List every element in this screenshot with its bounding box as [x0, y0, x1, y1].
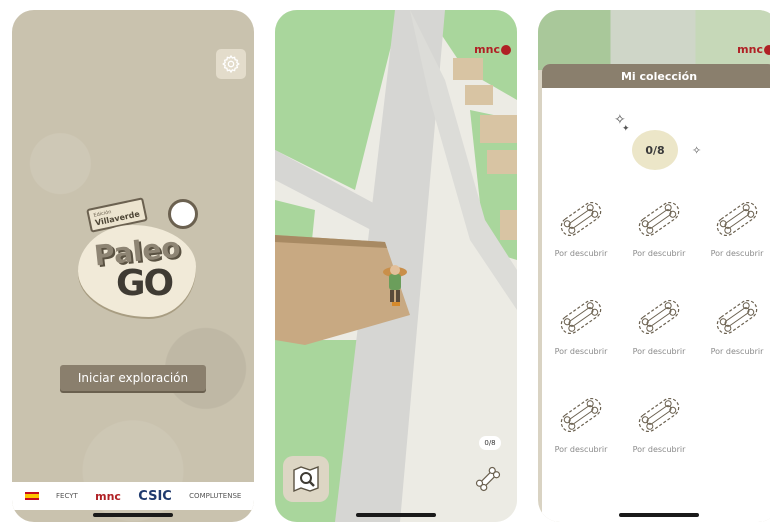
map-search-icon: [293, 465, 319, 493]
gear-icon: [222, 54, 240, 74]
fossil-placeholder-icon: [716, 299, 758, 335]
sparkle-icon: ✦: [622, 124, 630, 134]
fossil-slot[interactable]: Por descubrir: [698, 287, 770, 367]
start-exploration-button[interactable]: Iniciar exploración: [60, 365, 206, 391]
fossil-slot-label: Por descubrir: [632, 445, 686, 454]
fossil-slot-label: Por descubrir: [710, 249, 764, 258]
dimmed-map-background: [538, 10, 770, 70]
fossil-slot[interactable]: Por descubrir: [620, 189, 698, 269]
fossil-placeholder-icon: [560, 299, 602, 335]
spain-flag-icon: [24, 492, 39, 500]
home-indicator[interactable]: [619, 513, 699, 517]
collection-counter: 0/8: [479, 436, 501, 450]
fossil-slot-label: Por descubrir: [554, 249, 608, 258]
home-indicator[interactable]: [93, 513, 173, 517]
collection-screen: mnc Mi colección ✧ ✦ ✧ 0/8 Por descubrir…: [538, 10, 770, 522]
sponsor-bar: FECYT mnc CSIC COMPLUTENSE: [12, 482, 254, 510]
fossil-placeholder-icon: [638, 397, 680, 433]
paleogo-logo: Edición Villaverde Paleo GO: [72, 175, 202, 325]
mnc-logo-dot: [501, 45, 511, 55]
fossil-placeholder-icon: [638, 201, 680, 237]
fossil-placeholder-icon: [716, 201, 758, 237]
fossil-slot[interactable]: Por descubrir: [542, 189, 620, 269]
fossil-slot[interactable]: Por descubrir: [620, 385, 698, 465]
map-search-button[interactable]: [283, 456, 329, 502]
mnc-logo-dot: [764, 45, 770, 55]
fossil-slot-label: Por descubrir: [632, 249, 686, 258]
mnc-logo: mnc: [474, 43, 511, 56]
mnc-logo: mnc: [737, 43, 770, 56]
fossil-slot-label: Por descubrir: [554, 347, 608, 356]
fossil-placeholder-icon: [638, 299, 680, 335]
logo-text-go: GO: [116, 263, 174, 304]
building: [465, 85, 493, 105]
building: [500, 210, 517, 240]
building: [453, 58, 483, 80]
sponsor-complutense: COMPLUTENSE: [189, 492, 242, 500]
sponsor-mnc: mnc: [95, 489, 121, 503]
fossil-slot[interactable]: Por descubrir: [620, 287, 698, 367]
collection-button[interactable]: [471, 462, 505, 496]
map-screen: mnc 0/8: [275, 10, 517, 522]
sponsor-csic: CSIC: [138, 488, 172, 504]
fossil-slot-label: Por descubrir: [632, 347, 686, 356]
fossil-slot[interactable]: Por descubrir: [542, 385, 620, 465]
magnifier-icon: [168, 199, 198, 229]
collection-title: Mi colección: [542, 64, 770, 88]
welcome-screen: Edición Villaverde Paleo GO Iniciar expl…: [12, 10, 254, 522]
building: [487, 150, 517, 174]
fossil-placeholder-icon: [560, 201, 602, 237]
fossil-slot-label: Por descubrir: [554, 445, 608, 454]
fossil-slot[interactable]: Por descubrir: [698, 189, 770, 269]
fossil-placeholder-icon: [560, 397, 602, 433]
settings-button[interactable]: [216, 49, 246, 79]
home-indicator[interactable]: [356, 513, 436, 517]
collection-panel: Mi colección ✧ ✦ ✧ 0/8 Por descubrir Por…: [542, 64, 770, 522]
sponsor-fecyt: FECYT: [56, 492, 78, 500]
bone-icon: [475, 466, 501, 492]
fossil-slot-label: Por descubrir: [710, 347, 764, 356]
fossil-slot[interactable]: Por descubrir: [542, 287, 620, 367]
sparkle-icon: ✧: [692, 144, 702, 157]
mnc-logo-text: mnc: [474, 43, 500, 56]
collection-progress-badge: 0/8: [632, 130, 678, 170]
mnc-logo-text: mnc: [737, 43, 763, 56]
building: [480, 115, 517, 143]
